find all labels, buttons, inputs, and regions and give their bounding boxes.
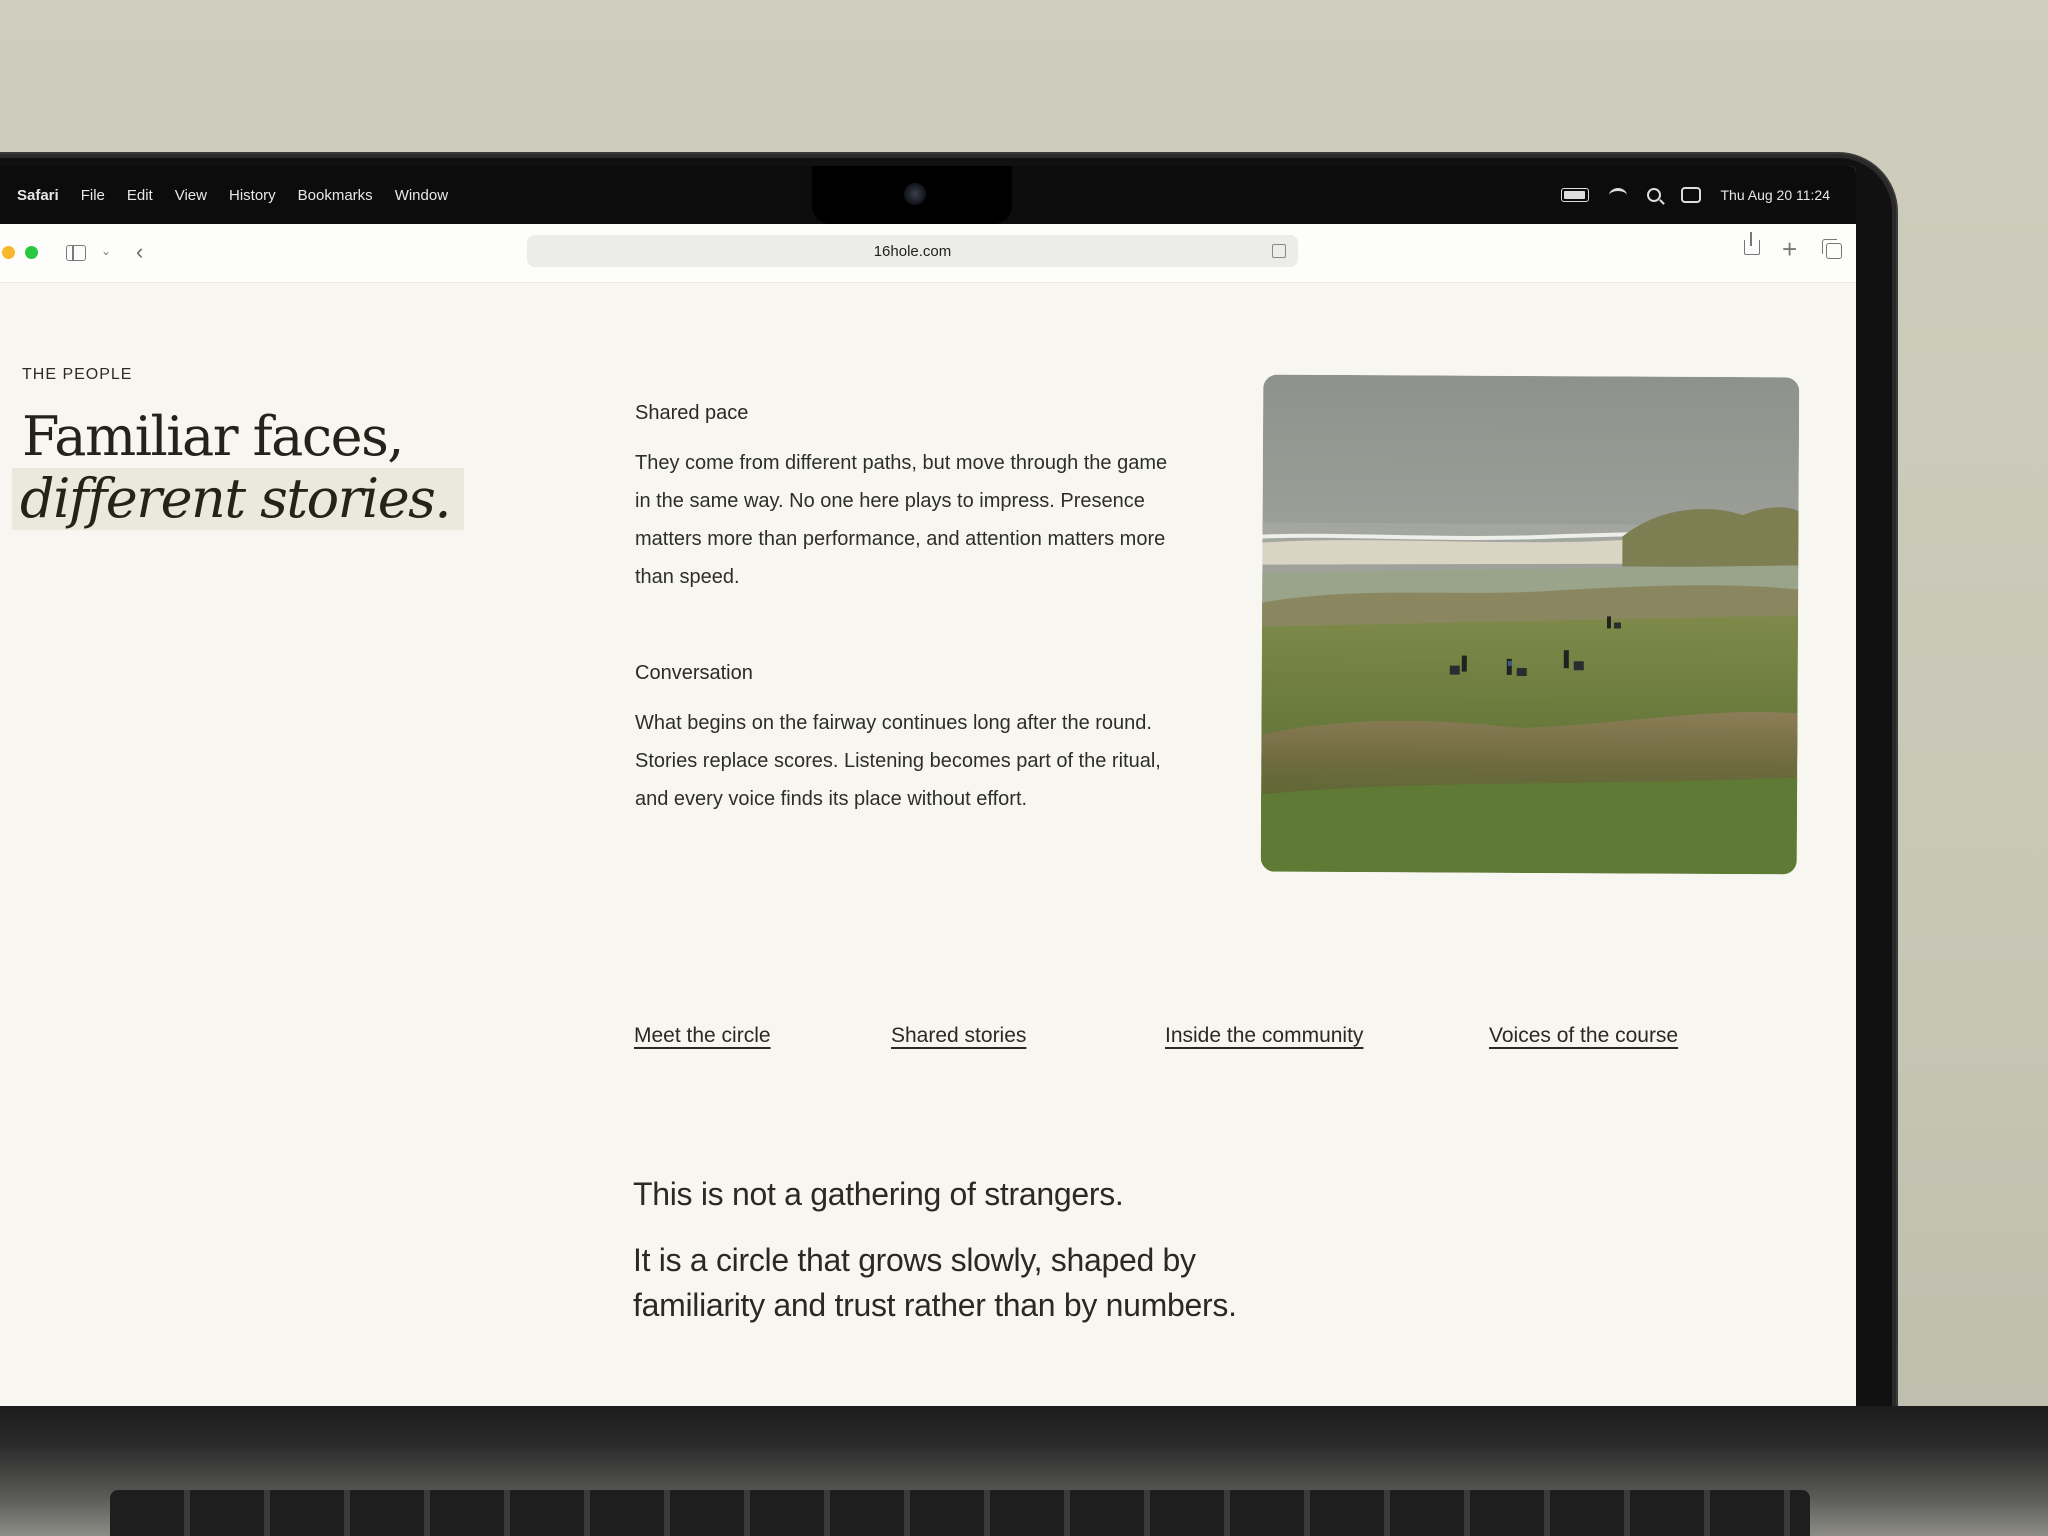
headline-line-2-highlighted: different stories. — [12, 468, 465, 530]
menubar-menus: Safari File Edit View History Bookmarks … — [0, 187, 448, 204]
spotlight-search-icon[interactable] — [1646, 188, 1661, 202]
control-center-icon[interactable] — [1680, 187, 1701, 203]
link-meet-the-circle[interactable]: Meet the circle — [634, 1024, 771, 1048]
menu-bookmarks[interactable]: Bookmarks — [298, 187, 373, 204]
keyboard-keys — [110, 1490, 1810, 1536]
section-title: Shared pace — [635, 402, 749, 424]
back-arrow-icon[interactable]: ‹ — [136, 239, 143, 265]
menu-app-name[interactable]: Safari — [17, 187, 59, 204]
section-shared-pace: Shared pace They come from different pat… — [635, 402, 1175, 596]
tab-overview-icon[interactable] — [1822, 239, 1842, 259]
link-inside-the-community[interactable]: Inside the community — [1165, 1024, 1363, 1048]
section-title: Conversation — [635, 662, 753, 684]
battery-icon[interactable] — [1560, 188, 1589, 202]
menu-edit[interactable]: Edit — [127, 187, 153, 204]
address-bar[interactable]: 16hole.com — [527, 235, 1298, 267]
golf-course-photo — [1260, 374, 1800, 875]
menubar-clock[interactable]: Thu Aug 20 11:24 — [1721, 187, 1831, 203]
section-conversation: Conversation What begins on the fairway … — [635, 662, 1175, 818]
menu-history[interactable]: History — [229, 187, 276, 204]
minimize-window-button[interactable] — [2, 246, 15, 259]
new-tab-icon[interactable]: + — [1782, 234, 1797, 265]
section-body: What begins on the fairway continues lon… — [635, 712, 1161, 810]
camera-icon — [904, 183, 926, 205]
share-icon[interactable] — [1744, 232, 1760, 255]
sidebar-toggle-icon[interactable] — [66, 245, 86, 261]
closing-line-1: This is not a gathering of strangers. — [633, 1176, 1124, 1212]
menubar-status: Thu Aug 20 11:24 — [1560, 187, 1831, 203]
reader-mode-icon[interactable] — [1272, 244, 1286, 258]
chevron-down-icon[interactable]: ⌄ — [101, 244, 111, 258]
closing-line-2: It is a circle that grows slowly, shaped… — [633, 1242, 1237, 1323]
link-voices-of-the-course[interactable]: Voices of the course — [1489, 1024, 1678, 1048]
menu-view[interactable]: View — [175, 187, 207, 204]
wifi-icon[interactable] — [1608, 187, 1627, 203]
laptop-screen: Safari File Edit View History Bookmarks … — [0, 166, 1856, 1406]
link-shared-stories[interactable]: Shared stories — [891, 1024, 1026, 1048]
section-body: They come from different paths, but move… — [635, 452, 1168, 588]
section-eyebrow: THE PEOPLE — [22, 366, 133, 383]
menu-window[interactable]: Window — [395, 187, 448, 204]
zoom-window-button[interactable] — [25, 246, 38, 259]
browser-toolbar: ⌄ ‹ 16hole.com + — [0, 224, 1856, 283]
menu-file[interactable]: File — [81, 187, 105, 204]
headline-line-1: Familiar faces, — [22, 405, 404, 468]
url-text: 16hole.com — [873, 242, 952, 260]
page-headline: Familiar faces, different stories. — [12, 405, 465, 530]
